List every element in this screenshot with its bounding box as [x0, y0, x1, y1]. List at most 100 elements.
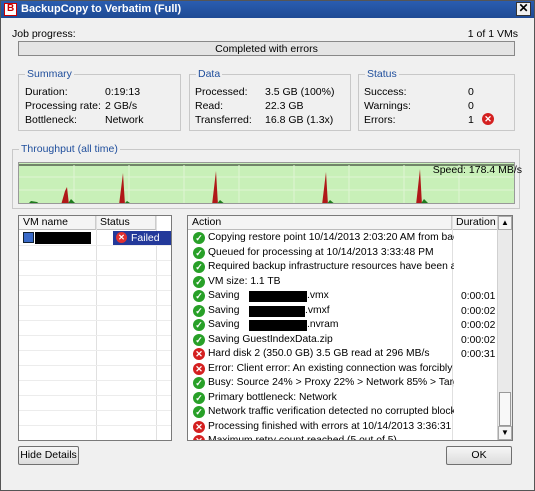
summary-label: Processing rate:	[25, 100, 101, 112]
data-label: Transferred:	[195, 114, 252, 126]
log-text: Saving	[208, 319, 240, 330]
summary-value: 2 GB/s	[105, 100, 138, 112]
error-icon: ✕	[193, 348, 205, 360]
log-text: Busy: Source 24% > Proxy 22% > Network 8…	[208, 377, 454, 388]
window-title: BackupCopy to Verbatim (Full)	[21, 3, 182, 15]
file-extension: .vmxf	[305, 304, 330, 316]
scroll-down-button[interactable]: ▼	[498, 426, 512, 440]
check-icon: ✓	[193, 232, 205, 244]
log-row[interactable]: ✓ Busy: Source 24% > Proxy 22% > Network …	[189, 376, 454, 391]
vm-status-header[interactable]: Status	[96, 216, 156, 230]
log-row[interactable]: ✓ Copying restore point 10/14/2013 2:03:2…	[189, 231, 454, 246]
check-icon: ✓	[193, 290, 205, 302]
data-value: 3.5 GB (100%)	[265, 86, 335, 98]
vm-status-cell[interactable]: ✕ Failed	[113, 231, 171, 245]
log-row[interactable]: ✓ Queued for processing at 10/14/2013 3:3…	[189, 246, 454, 261]
throughput-title: Throughput (all time)	[19, 143, 120, 155]
app-icon	[4, 3, 17, 16]
log-row[interactable]: ✓ Required backup infrastructure resource…	[189, 260, 454, 275]
log-row[interactable]: ✓ Saving .nvram	[189, 318, 454, 333]
check-icon: ✓	[193, 304, 205, 317]
error-icon: ✕	[193, 435, 205, 440]
vm-icon	[23, 232, 34, 243]
ok-button[interactable]: OK	[446, 446, 512, 465]
error-icon: ✕	[193, 362, 205, 375]
scroll-thumb[interactable]	[499, 392, 511, 426]
log-text: Maximum retry count reached (5 out of 5)	[208, 435, 397, 441]
log-row[interactable]: ✓ Primary bottleneck: Network	[189, 391, 454, 406]
check-icon: ✓	[193, 391, 205, 404]
status-title: Status	[365, 68, 399, 80]
data-group: Data Processed: 3.5 GB (100%) Read: 22.3…	[189, 68, 351, 131]
log-text: Saving	[208, 290, 240, 301]
failed-icon: ✕	[116, 232, 127, 243]
data-value: 16.8 GB (1.3x)	[265, 114, 334, 126]
summary-value: Network	[105, 114, 144, 126]
data-label: Processed:	[195, 86, 248, 98]
redacted-filename	[249, 305, 305, 317]
duration-header[interactable]: Duration	[452, 216, 498, 230]
dialog-window: BackupCopy to Verbatim (Full) ✕ Job prog…	[0, 0, 535, 491]
title-bar[interactable]: BackupCopy to Verbatim (Full) ✕	[1, 1, 534, 18]
close-button[interactable]: ✕	[516, 2, 531, 16]
log-scrollbar[interactable]: ▲ ▼	[497, 216, 512, 440]
log-text: VM size: 1.1 TB	[208, 275, 281, 287]
job-progress-bar: Completed with errors	[18, 41, 515, 56]
vm-table[interactable]: VM name Status ✕ Failed	[18, 215, 172, 441]
summary-label: Duration:	[25, 86, 68, 98]
log-row[interactable]: ✕ Maximum retry count reached (5 out of 5…	[189, 434, 454, 441]
scroll-up-button[interactable]: ▲	[498, 216, 512, 230]
data-label: Read:	[195, 100, 224, 112]
status-label: Errors:	[364, 114, 396, 126]
log-row[interactable]: ✓ Saving GuestIndexData.zip	[189, 333, 454, 348]
spike	[416, 169, 422, 203]
action-log-table[interactable]: Action Duration ✓ Copying restore point 1…	[187, 215, 513, 441]
vm-count: 1 of 1 VMs	[467, 28, 518, 40]
log-row[interactable]: ✕ Processing finished with errors at 10/1…	[189, 420, 454, 435]
log-row[interactable]: ✕ Error: Client error: An existing connec…	[189, 362, 454, 377]
vm-row[interactable]: ✕ Failed	[20, 231, 171, 245]
log-row[interactable]: ✓ Saving .vmx	[189, 289, 454, 304]
status-group: Status Success: 0 Warnings: 0 Errors: 1 …	[358, 68, 515, 131]
vm-name-header[interactable]: VM name	[19, 216, 96, 230]
check-icon: ✓	[193, 333, 205, 346]
progress-text: Completed with errors	[215, 43, 318, 55]
hide-details-button[interactable]: Hide Details	[18, 446, 79, 465]
status-value: 0	[468, 100, 474, 112]
error-icon: ✕	[193, 420, 205, 433]
log-row[interactable]: ✕ Hard disk 2 (350.0 GB) 3.5 GB read at 2…	[189, 347, 454, 362]
status-label: Warnings:	[364, 100, 411, 112]
log-text: Saving GuestIndexData.zip	[208, 333, 333, 345]
log-text: Copying restore point 10/14/2013 2:03:20…	[208, 232, 454, 243]
action-header[interactable]: Action	[188, 216, 452, 230]
speed-readout: Speed: 178.4 MB/s	[432, 164, 522, 176]
check-icon: ✓	[193, 319, 205, 331]
log-text: Primary bottleneck: Network	[208, 391, 337, 403]
spike	[119, 173, 125, 203]
summary-group: Summary Duration: 0:19:13 Processing rat…	[18, 68, 181, 131]
check-icon: ✓	[193, 261, 205, 273]
status-label: Success:	[364, 86, 407, 98]
log-row[interactable]: ✓ Network traffic verification detected n…	[189, 405, 454, 420]
log-text: Network traffic verification detected no…	[208, 406, 454, 417]
redacted-filename	[249, 291, 307, 302]
spike	[212, 171, 218, 203]
summary-label: Bottleneck:	[25, 114, 77, 126]
redacted-filename	[249, 320, 307, 331]
data-value: 22.3 GB	[265, 100, 304, 112]
check-icon: ✓	[193, 246, 205, 259]
log-row[interactable]: ✓ VM size: 1.1 TB	[189, 275, 454, 290]
file-extension: .nvram	[307, 319, 339, 330]
log-row[interactable]: ✓ Saving .vmxf	[189, 304, 454, 319]
check-icon: ✓	[193, 377, 205, 389]
status-value: 1	[468, 114, 474, 126]
file-extension: .vmx	[307, 290, 329, 301]
log-text: Hard disk 2 (350.0 GB) 3.5 GB read at 29…	[208, 348, 430, 359]
summary-title: Summary	[25, 68, 74, 80]
check-icon: ✓	[193, 275, 205, 288]
data-title: Data	[196, 68, 223, 80]
log-text: Saving	[208, 304, 240, 316]
summary-value: 0:19:13	[105, 86, 141, 98]
log-text: Error: Client error: An existing connect…	[208, 362, 454, 374]
redacted-vm-name	[35, 232, 91, 244]
